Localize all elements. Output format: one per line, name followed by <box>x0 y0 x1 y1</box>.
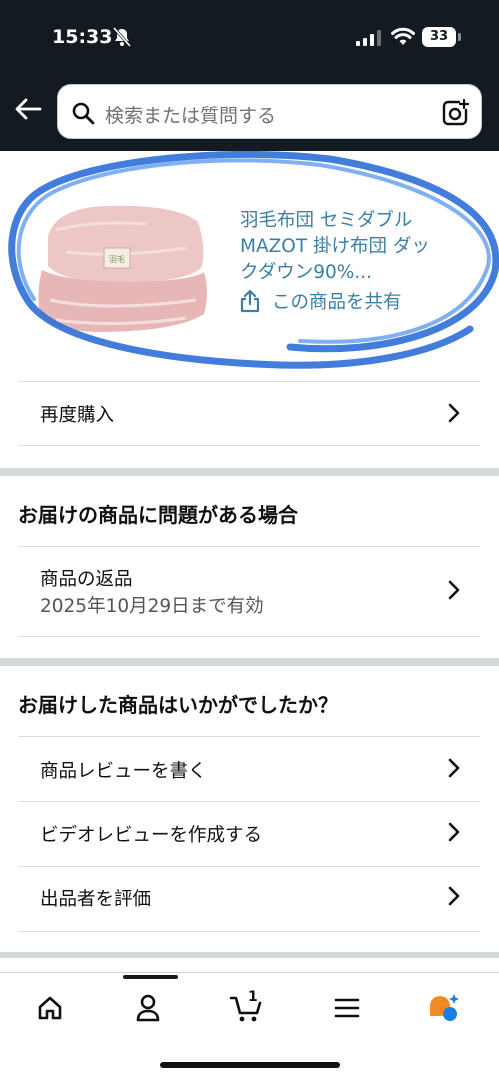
nav-menu[interactable] <box>329 990 365 1026</box>
chevron-right-icon <box>448 886 460 906</box>
write-review-label[interactable]: 商品レビューを書く <box>40 757 207 783</box>
return-label[interactable]: 商品の返品 <box>40 565 133 591</box>
share-product-link[interactable]: この商品を共有 <box>240 288 402 314</box>
menu-icon <box>334 998 360 1018</box>
rate-seller-label[interactable]: 出品者を評価 <box>40 885 151 911</box>
cart-icon <box>229 996 262 1022</box>
divider <box>18 445 480 446</box>
rebuy-row[interactable]: 再度購入 <box>0 382 499 445</box>
share-icon <box>240 289 260 313</box>
product-title[interactable]: 羽毛布団 セミダブル MAZOT 掛け布団 ダッ クダウン90%... <box>240 208 480 286</box>
nav-cart[interactable] <box>228 990 264 1026</box>
section-separator <box>0 468 499 476</box>
rebuy-label[interactable]: 再度購入 <box>40 401 114 427</box>
divider <box>18 636 480 637</box>
return-deadline: 2025年10月29日まで有効 <box>40 596 264 617</box>
section-separator <box>0 658 499 666</box>
video-review-row[interactable]: ビデオレビューを作成する <box>0 802 499 866</box>
bell-muted-icon <box>113 27 131 47</box>
chevron-right-icon <box>448 758 460 778</box>
share-label[interactable]: この商品を共有 <box>272 288 402 314</box>
svg-text:羽毛: 羽毛 <box>109 254 125 264</box>
search-input[interactable]: 検索または質問する <box>105 101 276 128</box>
product-summary[interactable]: 羽毛 羽毛布団 セミダブル MAZOT 掛け布団 ダッ クダウン90%... こ… <box>0 151 499 383</box>
nav-account[interactable] <box>130 990 166 1026</box>
return-item-row[interactable]: 商品の返品 2025年10月29日まで有効 <box>0 547 499 636</box>
home-indicator <box>160 1062 340 1068</box>
search-icon <box>72 102 95 125</box>
feedback-section-title: お届けした商品はいかがでしたか？ <box>18 693 338 717</box>
account-icon <box>136 994 160 1022</box>
cart-count: 1 <box>248 989 258 1005</box>
wifi-icon <box>391 27 415 45</box>
chevron-right-icon <box>448 580 460 600</box>
product-image[interactable]: 羽毛 <box>26 196 216 346</box>
chevron-right-icon <box>448 822 460 842</box>
back-arrow-icon[interactable] <box>14 98 42 120</box>
write-review-row[interactable]: 商品レビューを書く <box>0 737 499 801</box>
cellular-signal-icon <box>356 30 381 46</box>
problem-section-title: お届けの商品に問題がある場合 <box>18 503 298 527</box>
chevron-right-icon <box>448 403 460 423</box>
home-icon <box>38 996 62 1020</box>
active-tab-indicator <box>123 975 178 979</box>
nav-home[interactable] <box>32 990 68 1026</box>
status-time: 15:33 <box>52 26 113 48</box>
section-separator <box>0 952 499 958</box>
nav-assistant[interactable] <box>426 990 462 1026</box>
battery-indicator: 33 <box>422 27 456 47</box>
battery-tip <box>458 33 461 41</box>
divider <box>18 931 480 932</box>
rufus-icon <box>430 994 459 1021</box>
app-header: 15:33 33 検索または質問する <box>0 0 499 151</box>
rate-seller-row[interactable]: 出品者を評価 <box>0 867 499 931</box>
video-review-label[interactable]: ビデオレビューを作成する <box>40 821 262 847</box>
search-bar[interactable]: 検索または質問する <box>57 84 482 139</box>
camera-lens-icon[interactable] <box>441 99 469 127</box>
